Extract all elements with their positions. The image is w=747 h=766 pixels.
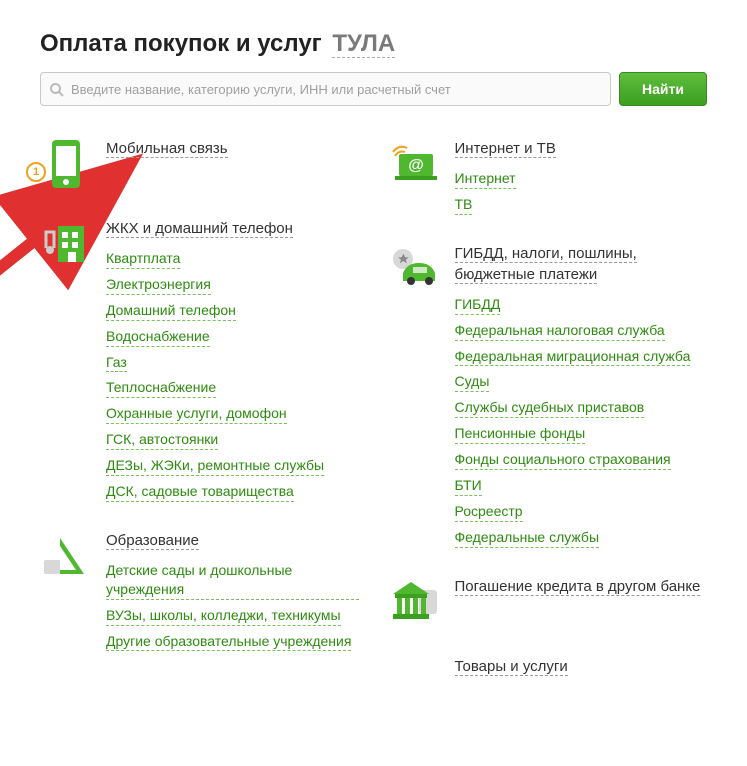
category-link[interactable]: ДЕЗы, ЖЭКи, ремонтные службы	[106, 456, 324, 476]
category-link[interactable]: Детские сады и дошкольные учреждения	[106, 561, 359, 600]
category-title[interactable]: Товары и услуги	[455, 658, 568, 676]
category-link[interactable]: ГИБДД	[455, 295, 501, 315]
category-title[interactable]: Погашение кредита в другом банке	[455, 578, 701, 596]
category-link[interactable]: Пенсионные фонды	[455, 424, 586, 444]
category-link[interactable]: Фонды социального страхования	[455, 450, 671, 470]
search-wrapper	[40, 72, 611, 106]
internet-icon: @	[389, 138, 441, 190]
category-link[interactable]: Федеральные службы	[455, 528, 600, 548]
category-link[interactable]: Другие образовательные учреждения	[106, 632, 351, 652]
category-education: Образование Детские сады и дошкольные уч…	[40, 530, 359, 652]
category-utilities: ЖКХ и домашний телефон Квартплата Электр…	[40, 218, 359, 502]
category-internet: @ Интернет и ТВ Интернет ТВ	[389, 138, 708, 215]
category-credit: Погашение кредита в другом банке	[389, 576, 708, 628]
category-link[interactable]: Теплоснабжение	[106, 378, 216, 398]
category-link[interactable]: Росреестр	[455, 502, 523, 522]
category-link[interactable]: Газ	[106, 353, 127, 373]
category-title[interactable]: Образование	[106, 532, 199, 550]
search-icon	[49, 82, 65, 98]
category-link[interactable]: Службы судебных приставов	[455, 398, 645, 418]
phone-icon	[40, 138, 92, 190]
category-link[interactable]: Охранные услуги, домофон	[106, 404, 287, 424]
svg-text:@: @	[408, 157, 424, 174]
category-taxes: ГИБДД, налоги, пошлины, бюджетные платеж…	[389, 243, 708, 548]
category-link[interactable]: ВУЗы, школы, колледжи, техникумы	[106, 606, 341, 626]
category-link[interactable]: Суды	[455, 372, 490, 392]
category-title[interactable]: Мобильная связь	[106, 140, 228, 158]
category-link[interactable]: ГСК, автостоянки	[106, 430, 218, 450]
category-mobile: 1 Мобильная связь	[40, 138, 359, 190]
category-link[interactable]: Водоснабжение	[106, 327, 210, 347]
page-title: Оплата покупок и услуг ТУЛА	[40, 30, 707, 58]
building-icon	[40, 218, 92, 270]
search-button[interactable]: Найти	[619, 72, 707, 106]
search-input[interactable]	[71, 82, 602, 97]
category-link[interactable]: ТВ	[455, 195, 473, 215]
category-link[interactable]: Федеральная налоговая служба	[455, 321, 665, 341]
category-title[interactable]: ГИБДД, налоги, пошлины, бюджетные платеж…	[455, 245, 637, 284]
bank-icon	[389, 576, 441, 628]
category-link[interactable]: ДСК, садовые товарищества	[106, 482, 294, 502]
search-row: Найти	[40, 72, 707, 106]
category-link[interactable]: Интернет	[455, 169, 516, 189]
category-link[interactable]: БТИ	[455, 476, 482, 496]
category-link[interactable]: Домашний телефон	[106, 301, 236, 321]
cart-icon	[389, 656, 441, 708]
category-link[interactable]: Электроэнергия	[106, 275, 211, 295]
ruler-icon	[40, 530, 92, 582]
category-link[interactable]: Федеральная миграционная служба	[455, 347, 691, 367]
category-title[interactable]: ЖКХ и домашний телефон	[106, 220, 293, 238]
left-column: 1 Мобильная связь	[40, 138, 359, 736]
car-icon	[389, 243, 441, 295]
category-link[interactable]: Квартплата	[106, 249, 180, 269]
right-column: @ Интернет и ТВ Интернет ТВ	[389, 138, 708, 736]
region-selector[interactable]: ТУЛА	[332, 30, 395, 58]
step-badge: 1	[26, 162, 46, 182]
category-goods: Товары и услуги	[389, 656, 708, 708]
category-title[interactable]: Интернет и ТВ	[455, 140, 556, 158]
